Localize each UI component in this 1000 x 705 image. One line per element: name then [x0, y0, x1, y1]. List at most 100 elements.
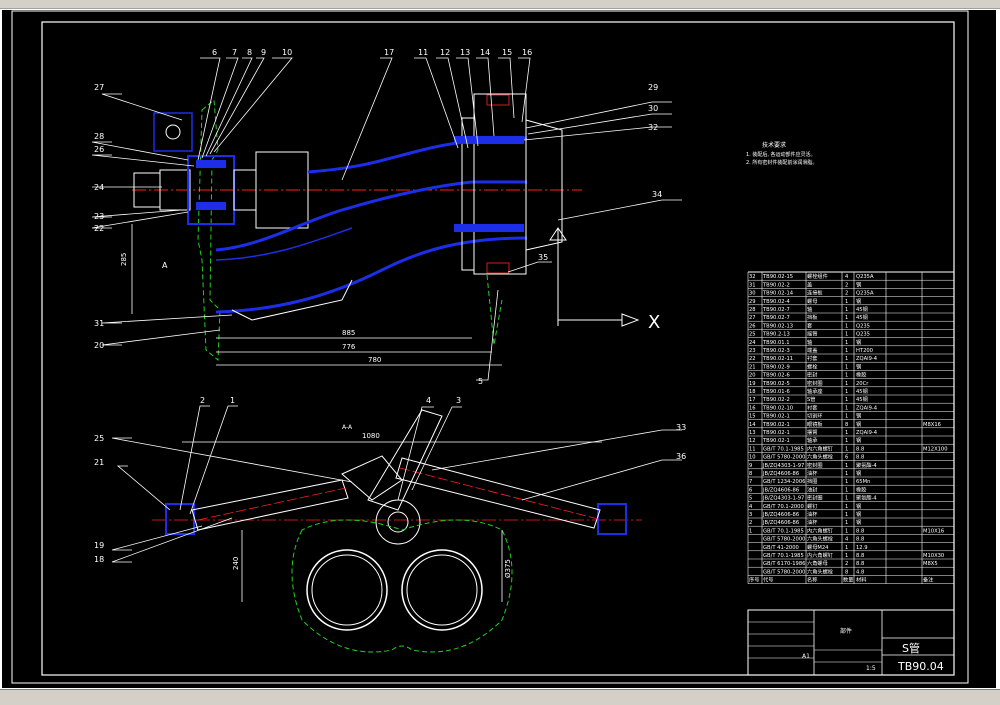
- bom-no: 31: [749, 282, 756, 288]
- bom-material: 8.8: [856, 537, 864, 543]
- bom-code: TB90.02-1: [762, 414, 790, 420]
- bom-name: 密封圈: [807, 461, 823, 469]
- cad-canvas[interactable]: X A 285 885 776 780 6 7 8 9 10 17 11 12 …: [2, 10, 996, 688]
- bom-name: 螺母: [807, 297, 817, 305]
- callouts-bottom: 2 1 4 3 25 33 21 36 19 18: [94, 396, 686, 564]
- axis-label-x: X: [648, 312, 660, 333]
- bom-name: 轴: [807, 305, 812, 313]
- bom-no: 17: [749, 397, 756, 403]
- bom-material: 45钢: [856, 387, 868, 395]
- bom-qty: 1: [845, 446, 848, 452]
- bom-qty: 8: [845, 569, 848, 575]
- cylinder-right: [395, 457, 601, 529]
- bom-qty: 6: [845, 455, 848, 461]
- svg-text:24: 24: [94, 183, 104, 192]
- cylinder-mount-right: [597, 503, 627, 535]
- bom-code: TB90.02-1: [762, 438, 790, 444]
- svg-text:1: 1: [230, 396, 235, 405]
- leaders-top: [91, 57, 682, 381]
- status-bar: [0, 689, 1000, 705]
- bom-material: 钢: [856, 338, 861, 346]
- bom-header-material: 材料: [856, 576, 866, 584]
- bom-code: TB90.02-1: [762, 430, 790, 436]
- svg-text:16: 16: [522, 48, 532, 57]
- bom-qty: 1: [845, 332, 848, 338]
- svg-text:8: 8: [247, 48, 252, 57]
- svg-text:17: 17: [384, 48, 394, 57]
- bom-name: 挡板: [807, 313, 818, 321]
- bom-material: 45钢: [856, 395, 868, 403]
- bom-material: 聚氨酯-4: [856, 494, 877, 502]
- bom-name: 轴承座: [807, 387, 823, 395]
- bom-code: GB/T 70.1-2000: [763, 504, 804, 510]
- bom-name: 衬套: [807, 354, 818, 362]
- bom-name: S管: [807, 395, 815, 403]
- bom-header-no: 序号: [749, 576, 759, 584]
- bom-name: 六角螺母: [807, 559, 828, 567]
- svg-text:23: 23: [94, 212, 104, 221]
- bom-name: 密封圈: [807, 494, 823, 502]
- bom-name: 密封圈: [807, 379, 823, 387]
- bom-code: TB90.02-13: [762, 323, 793, 329]
- svg-text:2. 所有密封件装配前涂润滑脂。: 2. 所有密封件装配前涂润滑脂。: [746, 159, 817, 166]
- bom-code: TB90.02-4: [762, 299, 790, 305]
- title-block: 部件 S管 TB90.04 1:5 A1: [747, 609, 955, 676]
- bom-material: 钢: [856, 502, 861, 510]
- bom-qty: 1: [845, 430, 848, 436]
- bom-code: TB90.02-2: [762, 282, 790, 288]
- bom-no: 23: [749, 348, 756, 354]
- cutting-ring-bottom: [454, 224, 524, 232]
- bom-qty: 1: [845, 414, 848, 420]
- bom-name: 油杯: [807, 518, 818, 526]
- bom-qty: 1: [845, 405, 848, 411]
- seal-top: [196, 160, 226, 168]
- bom-qty: 1: [845, 471, 848, 477]
- dim-780: 780: [368, 356, 381, 364]
- bom-material: 钢: [856, 436, 861, 444]
- technical-notes: 技术要求 1. 装配后, 各运动部件应灵活。 2. 所有密封件装配前涂润滑脂。: [746, 141, 817, 166]
- svg-text:2: 2: [200, 396, 205, 405]
- bom-no: 26: [749, 323, 756, 329]
- svg-text:6: 6: [212, 48, 217, 57]
- bom-qty: 1: [845, 323, 848, 329]
- leaders-bottom: [111, 405, 682, 563]
- bom-name: 六角头螺栓: [807, 535, 834, 543]
- svg-text:21: 21: [94, 458, 104, 467]
- bom-material: ZQAl9-4: [856, 405, 878, 411]
- bom-name: 油杯: [807, 469, 818, 477]
- bom-no: 12: [749, 438, 756, 444]
- bom-code: TB90.02-7: [762, 307, 790, 313]
- bom-code: TB90.02-5: [762, 381, 790, 387]
- outlet-housing: [473, 93, 527, 275]
- bracket-hole: [165, 124, 181, 140]
- bom-name: 轴承: [807, 436, 818, 444]
- bom-name: 油杯: [807, 510, 818, 518]
- bom-no: 10: [749, 455, 756, 461]
- bom-no: 1: [749, 528, 752, 534]
- svg-text:15: 15: [502, 48, 512, 57]
- bom-header-qty: 数量: [843, 576, 853, 584]
- scale: 1:5: [866, 665, 876, 672]
- bom-code: GB/T 70.1-1985: [763, 528, 804, 534]
- bom-material: 钢: [856, 280, 861, 288]
- bom-qty: 2: [845, 561, 848, 567]
- bom-code: GB/T 70.1-1985: [763, 446, 804, 452]
- bom-name: 螺母M24: [807, 543, 829, 551]
- bom-code: TB90.02-2: [762, 397, 790, 403]
- svg-text:30: 30: [648, 104, 658, 113]
- bolt-head-top: [486, 94, 510, 106]
- svg-text:技术要求: 技术要求: [762, 141, 786, 149]
- bom-no: 15: [749, 414, 756, 420]
- bom-no: 18: [749, 389, 756, 395]
- bom-code: TB90.02-6: [762, 373, 790, 379]
- bom-code: JB/ZQ4606-86: [762, 520, 799, 526]
- bom-header-code: 代号: [763, 576, 773, 584]
- bom-qty: 1: [845, 397, 848, 403]
- bom-code: GB/T 5780-2000: [763, 537, 805, 543]
- bolt-head-bottom: [486, 262, 510, 274]
- bom-no: 21: [749, 364, 756, 370]
- svg-text:10: 10: [282, 48, 292, 57]
- bom-name: 眼镜板: [807, 420, 823, 428]
- svg-text:35: 35: [538, 253, 548, 262]
- part-name: 部件: [840, 627, 852, 635]
